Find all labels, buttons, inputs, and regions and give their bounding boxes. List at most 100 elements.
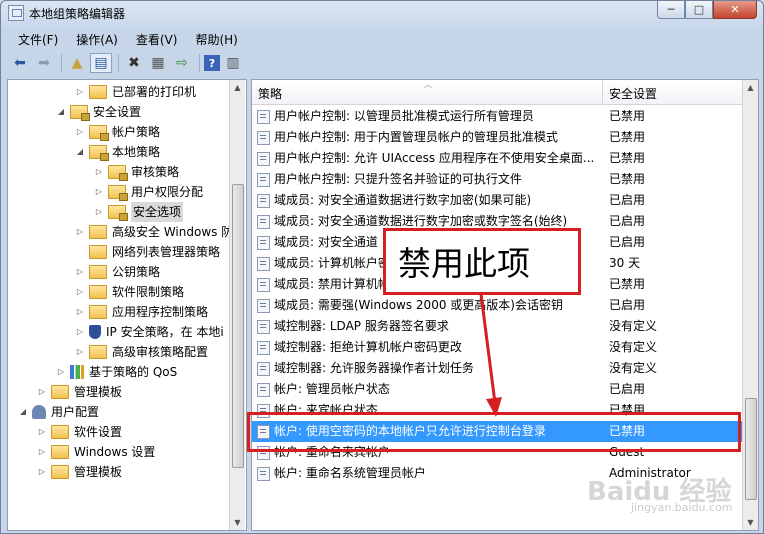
policy-setting-value: 没有定义 [609, 361, 658, 375]
tree-pane[interactable]: ▷ 已部署的打印机 ◢ 安全设置 ▷ 帐户策略 ◢ 本地策略 ▷ 审核策略 ▷ 用户权限分配 ▷ 安全选项… [7, 79, 247, 531]
help-icon[interactable]: ? [204, 55, 220, 71]
forward-arrow-icon[interactable]: ➡ [33, 53, 55, 73]
expand-icon[interactable]: ▷ [75, 222, 85, 242]
folder-icon [51, 445, 69, 459]
properties-icon[interactable]: ▦ [147, 53, 169, 73]
tree-scroll-thumb[interactable] [232, 184, 244, 468]
tree-item[interactable]: ▷ 管理模板 [37, 462, 122, 482]
expand-icon[interactable]: ▷ [75, 342, 85, 362]
expand-icon[interactable]: ▷ [94, 162, 104, 182]
scroll-down-icon[interactable]: ▼ [743, 515, 758, 530]
expand-icon[interactable]: ▷ [94, 202, 104, 222]
expand-icon[interactable]: ▷ [75, 322, 85, 342]
policy-row[interactable]: 用户帐户控制: 只提升签名并验证的可执行文件 已禁用 [252, 169, 742, 190]
tree-item[interactable]: ▷ 帐户策略 [75, 122, 160, 142]
expand-icon[interactable]: ▷ [94, 182, 104, 202]
sort-ascending-icon: ︿ [424, 80, 432, 89]
tree-item[interactable]: ▷ 高级审核策略配置 [75, 342, 208, 362]
tree-item-label: 帐户策略 [112, 125, 161, 139]
tree-item[interactable]: ◢ 安全设置 [56, 102, 141, 122]
minimize-button[interactable]: ─ [657, 1, 685, 19]
tree-item-label: 应用程序控制策略 [112, 305, 209, 319]
column-header: ︿ 策略 安全设置 [252, 80, 742, 105]
list-scrollbar[interactable]: ▲ ▼ [742, 80, 758, 530]
show-pane-icon[interactable]: ▥ [222, 53, 244, 73]
policy-row[interactable]: 用户帐户控制: 允许 UIAccess 应用程序在不使用安全桌面... 已禁用 [252, 148, 742, 169]
title-bar[interactable]: 本地组策略编辑器 ─ □ ✕ [1, 1, 763, 25]
collapse-icon[interactable]: ◢ [56, 102, 66, 122]
policy-row[interactable]: 用户帐户控制: 以管理员批准模式运行所有管理员 已禁用 [252, 106, 742, 127]
policy-icon [257, 467, 270, 481]
tree-item-label: 已部署的打印机 [112, 85, 197, 99]
tree-item[interactable]: ◢ 用户配置 [18, 402, 99, 422]
up-folder-icon[interactable]: ▲ [66, 53, 88, 73]
maximize-button[interactable]: □ [685, 1, 713, 19]
menu-help[interactable]: 帮助(H) [186, 29, 246, 49]
folder-icon [51, 465, 69, 479]
tree-item[interactable]: ▷ 软件限制策略 [75, 282, 184, 302]
tree-item-label: 网络列表管理器策略 [112, 245, 221, 259]
tree-item[interactable]: ◢ 本地策略 [75, 142, 160, 162]
expand-icon[interactable]: ▷ [37, 462, 47, 482]
tree-item-label: 软件设置 [74, 425, 123, 439]
policy-icon [257, 278, 270, 292]
tree-item-label: 公钥策略 [112, 265, 161, 279]
expand-icon[interactable]: ▷ [37, 442, 47, 462]
expand-icon[interactable]: ▷ [75, 122, 85, 142]
list-scroll-thumb[interactable] [745, 398, 757, 500]
expand-icon[interactable]: ▷ [75, 282, 85, 302]
scroll-down-icon[interactable]: ▼ [230, 515, 245, 530]
policy-icon [257, 236, 270, 250]
tree-item[interactable]: ▷ 管理模板 [37, 382, 122, 402]
expand-icon[interactable]: ▷ [37, 422, 47, 442]
policy-row[interactable]: 域成员: 对安全通道数据进行数字加密(如果可能) 已启用 [252, 190, 742, 211]
tree-item[interactable]: ▷ 已部署的打印机 [75, 82, 196, 102]
policy-setting-value: 已禁用 [609, 151, 646, 165]
tree-scrollbar[interactable]: ▲ ▼ [229, 80, 245, 530]
folder-icon [89, 265, 107, 279]
toolbar-separator [199, 54, 200, 72]
menu-action[interactable]: 操作(A) [67, 29, 127, 49]
expand-icon[interactable]: ▷ [75, 262, 85, 282]
expand-icon[interactable]: ▷ [75, 82, 85, 102]
tree-item[interactable]: ▷ Windows 设置 [37, 442, 155, 462]
show-tree-icon[interactable]: ▤ [90, 53, 112, 73]
policy-name: 用户帐户控制: 以管理员批准模式运行所有管理员 [274, 109, 534, 123]
scroll-up-icon[interactable]: ▲ [230, 80, 245, 95]
tree-item-label: 基于策略的 QoS [89, 365, 178, 379]
column-security-setting[interactable]: 安全设置 [609, 85, 657, 102]
folder-icon [89, 85, 107, 99]
policy-name: 域控制器: 拒绝计算机帐户密码更改 [274, 340, 462, 354]
delete-icon[interactable]: ✖ [123, 53, 145, 73]
tree-item[interactable]: ▷ 高级安全 Windows 防 [75, 222, 233, 242]
tree-item[interactable]: 网络列表管理器策略 [75, 242, 220, 262]
lock-folder-icon [70, 105, 90, 121]
collapse-icon[interactable]: ◢ [18, 402, 28, 422]
tree-item[interactable]: ▷ IP 安全策略，在 本地i [75, 322, 224, 342]
expand-icon[interactable]: ▷ [37, 382, 47, 402]
tree-item[interactable]: ▷ 安全选项 [94, 202, 184, 222]
menu-file[interactable]: 文件(F) [9, 29, 67, 49]
folder-icon [89, 225, 107, 239]
expand-icon[interactable]: ▷ [56, 362, 66, 382]
policy-setting-value: 已禁用 [609, 130, 646, 144]
tree-item[interactable]: ▷ 审核策略 [94, 162, 179, 182]
tree-item[interactable]: ▷ 公钥策略 [75, 262, 160, 282]
tree-item[interactable]: ▷ 基于策略的 QoS [56, 362, 177, 382]
annotation-arrow [479, 293, 502, 417]
tree-item[interactable]: ▷ 软件设置 [37, 422, 122, 442]
export-list-icon[interactable]: ⇨ [171, 53, 193, 73]
collapse-icon[interactable]: ◢ [75, 142, 85, 162]
tree-item-label: 软件限制策略 [112, 285, 185, 299]
column-policy[interactable]: 策略 [258, 85, 282, 102]
policy-icon [257, 152, 270, 166]
tree-item[interactable]: ▷ 用户权限分配 [94, 182, 203, 202]
tree-item[interactable]: ▷ 应用程序控制策略 [75, 302, 208, 322]
close-button[interactable]: ✕ [713, 1, 757, 19]
policy-row[interactable]: 用户帐户控制: 用于内置管理员帐户的管理员批准模式 已禁用 [252, 127, 742, 148]
menu-view[interactable]: 查看(V) [127, 29, 187, 49]
policy-icon [257, 131, 270, 145]
back-arrow-icon[interactable]: ⬅ [9, 53, 31, 73]
expand-icon[interactable]: ▷ [75, 302, 85, 322]
scroll-up-icon[interactable]: ▲ [743, 80, 758, 95]
